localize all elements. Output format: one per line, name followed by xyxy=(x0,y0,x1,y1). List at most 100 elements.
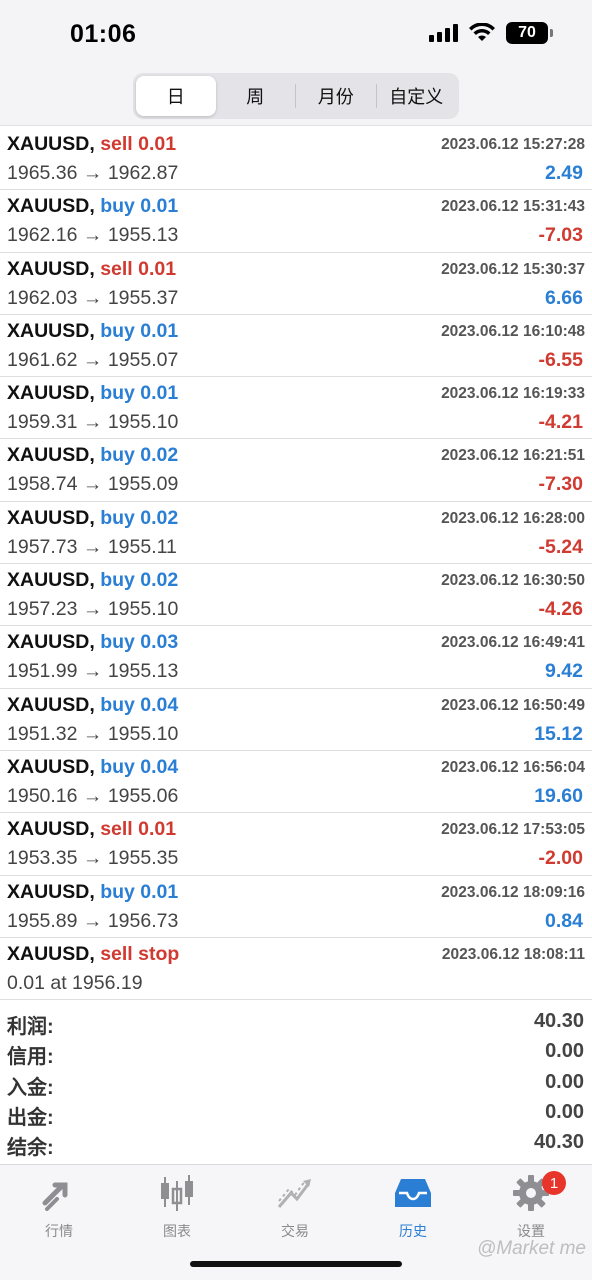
summary-value: 0.00 xyxy=(545,1040,584,1063)
deal-prices: 1951.32 → 1955.10 xyxy=(7,722,179,745)
status-bar: 01:06 70 xyxy=(0,0,592,70)
deal-profit: -4.26 xyxy=(538,598,583,621)
summary-label: 入金: xyxy=(7,1076,54,1099)
deal-prices: 1955.89 → 1956.73 xyxy=(7,909,179,932)
order-row[interactable]: XAUUSD, sell stop 2023.06.12 18:08:11 0.… xyxy=(0,938,592,1001)
deal-time: 2023.06.12 17:53:05 xyxy=(441,821,585,839)
deal-symbol: XAUUSD, xyxy=(7,382,95,405)
notification-badge: 1 xyxy=(542,1171,566,1195)
deal-row[interactable]: XAUUSD, buy 0.04 2023.06.12 16:50:49 195… xyxy=(0,689,592,751)
summary-label: 结余: xyxy=(7,1137,54,1160)
summary-label: 信用: xyxy=(7,1046,54,1069)
deal-row[interactable]: XAUUSD, buy 0.03 2023.06.12 16:49:41 195… xyxy=(0,626,592,689)
deal-row[interactable]: XAUUSD, buy 0.04 2023.06.12 16:56:04 195… xyxy=(0,751,592,814)
deal-symbol: XAUUSD, xyxy=(7,631,95,654)
deal-time: 2023.06.12 15:30:37 xyxy=(441,260,585,278)
deal-prices: 1957.73 → 1955.11 xyxy=(7,535,177,558)
deal-row[interactable]: XAUUSD, buy 0.01 2023.06.12 16:10:48 196… xyxy=(0,315,592,378)
battery-icon: 70 xyxy=(506,22,553,44)
tab-day[interactable]: 日 xyxy=(136,76,216,116)
status-icons: 70 xyxy=(429,22,553,44)
deal-profit: -2.00 xyxy=(538,847,583,870)
deal-time: 2023.06.12 15:31:43 xyxy=(441,198,585,216)
deal-prices: 1951.99 → 1955.13 xyxy=(7,660,179,683)
deal-time: 2023.06.12 16:30:50 xyxy=(441,572,585,590)
summary-row-withdrawal: 出金: 0.00 xyxy=(0,1099,592,1129)
deal-side: buy 0.02 xyxy=(100,569,179,592)
deal-row[interactable]: XAUUSD, buy 0.01 2023.06.12 16:19:33 195… xyxy=(0,377,592,440)
deal-symbol: XAUUSD, xyxy=(7,942,95,965)
deal-row[interactable]: XAUUSD, buy 0.02 2023.06.12 16:28:00 195… xyxy=(0,502,592,565)
tab-history[interactable]: 历史 xyxy=(354,1173,472,1245)
order-volume-price: 0.01 at 1956.19 xyxy=(7,971,143,994)
deal-row[interactable]: XAUUSD, buy 0.01 2023.06.12 18:09:16 195… xyxy=(0,876,592,938)
summary-row-profit: 利润: 40.30 xyxy=(0,1008,592,1038)
deal-symbol: XAUUSD, xyxy=(7,319,95,342)
deal-profit: 2.49 xyxy=(545,162,583,184)
tab-history-label: 历史 xyxy=(399,1223,427,1239)
tab-charts[interactable]: 图表 xyxy=(118,1173,236,1245)
summary-value: 0.00 xyxy=(545,1100,584,1123)
summary-row-credit: 信用: 0.00 xyxy=(0,1038,592,1068)
deal-symbol: XAUUSD, xyxy=(7,506,95,529)
summary-value: 40.30 xyxy=(533,1131,584,1154)
deal-side: sell 0.01 xyxy=(100,133,177,155)
deal-side: buy 0.02 xyxy=(100,506,179,529)
account-summary: 利润: 40.30 信用: 0.00 入金: 0.00 出金: 0.00 结余:… xyxy=(0,1008,592,1159)
tab-custom[interactable]: 自定义 xyxy=(377,76,457,116)
tab-quotes[interactable]: 行情 xyxy=(0,1173,118,1245)
summary-value: 40.30 xyxy=(533,1010,584,1032)
deal-side: buy 0.02 xyxy=(100,444,179,467)
quotes-arrows-icon xyxy=(42,1182,68,1211)
deal-row[interactable]: XAUUSD, sell 0.01 2023.06.12 15:27:28 19… xyxy=(0,128,592,191)
deal-time: 2023.06.12 16:19:33 xyxy=(441,385,585,403)
period-segmented-control: 日 周 月份 自定义 xyxy=(133,73,459,119)
summary-row-balance: 结余: 40.30 xyxy=(0,1129,592,1159)
deal-time: 2023.06.12 16:21:51 xyxy=(441,447,585,465)
period-selector-bar: 日 周 月份 自定义 xyxy=(0,70,592,126)
deal-side: buy 0.04 xyxy=(100,693,179,716)
deal-side: buy 0.01 xyxy=(100,382,179,405)
trade-trend-icon xyxy=(277,1179,311,1208)
deal-profit: 9.42 xyxy=(545,660,583,683)
candlestick-chart-icon xyxy=(161,1175,193,1211)
status-time: 01:06 xyxy=(70,20,137,48)
deal-time: 2023.06.12 16:50:49 xyxy=(441,696,585,714)
deal-side: buy 0.04 xyxy=(100,755,179,778)
tab-charts-label: 图表 xyxy=(163,1223,191,1239)
tab-week[interactable]: 周 xyxy=(216,76,296,116)
home-indicator[interactable] xyxy=(190,1261,402,1267)
summary-value: 0.00 xyxy=(545,1070,584,1093)
deal-time: 2023.06.12 16:49:41 xyxy=(441,634,585,652)
deal-profit: -7.30 xyxy=(538,473,583,496)
deal-time: 2023.06.12 15:27:28 xyxy=(441,136,585,153)
deal-prices: 1957.23 → 1955.10 xyxy=(7,598,179,621)
deal-row[interactable]: XAUUSD, sell 0.01 2023.06.12 17:53:05 19… xyxy=(0,813,592,876)
deal-row[interactable]: XAUUSD, buy 0.02 2023.06.12 16:21:51 195… xyxy=(0,439,592,502)
deal-profit: -5.24 xyxy=(538,535,583,558)
deal-profit: 15.12 xyxy=(534,722,583,745)
deal-profit: -6.55 xyxy=(538,348,583,371)
deal-row[interactable]: XAUUSD, buy 0.01 2023.06.12 15:31:43 196… xyxy=(0,190,592,253)
tab-quotes-label: 行情 xyxy=(45,1223,73,1239)
deal-symbol: XAUUSD, xyxy=(7,693,95,716)
deal-profit: -7.03 xyxy=(538,224,583,247)
deal-row[interactable]: XAUUSD, buy 0.02 2023.06.12 16:30:50 195… xyxy=(0,564,592,627)
deal-symbol: XAUUSD, xyxy=(7,444,95,467)
deal-prices: 1965.36 → 1962.87 xyxy=(7,162,179,184)
deal-time: 2023.06.12 16:56:04 xyxy=(441,758,585,776)
deal-history-list: XAUUSD, sell 0.01 2023.06.12 15:27:28 19… xyxy=(0,128,592,1001)
deal-side: buy 0.01 xyxy=(100,880,179,903)
tab-month[interactable]: 月份 xyxy=(296,76,376,116)
deal-row[interactable]: XAUUSD, sell 0.01 2023.06.12 15:30:37 19… xyxy=(0,253,592,315)
deal-symbol: XAUUSD, xyxy=(7,755,95,778)
deal-side: sell 0.01 xyxy=(100,257,177,280)
deal-profit: 6.66 xyxy=(545,286,583,309)
deal-profit: 19.60 xyxy=(534,784,583,807)
deal-side: sell 0.01 xyxy=(100,818,177,841)
tab-settings[interactable]: 1 设置 xyxy=(472,1171,590,1245)
inbox-tray-icon xyxy=(395,1179,431,1207)
deal-profit: 0.84 xyxy=(545,909,583,932)
tab-trade[interactable]: 交易 xyxy=(236,1173,354,1245)
deal-prices: 1962.03 → 1955.37 xyxy=(7,286,179,309)
